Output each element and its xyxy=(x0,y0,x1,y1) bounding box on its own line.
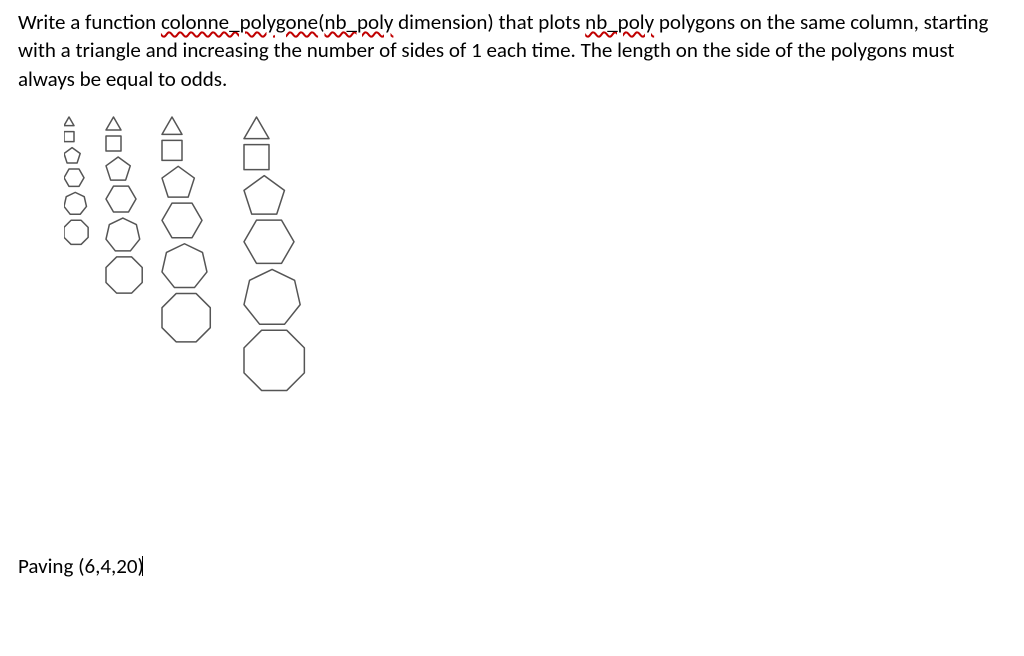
text-cursor xyxy=(142,556,143,576)
polygon-7-sides xyxy=(64,192,86,214)
polygon-6-sides xyxy=(244,220,294,263)
polygon-6-sides xyxy=(106,186,136,212)
polygon-3-sides xyxy=(244,117,269,139)
polygon-6-sides xyxy=(64,169,84,186)
caption-text[interactable]: Paving (6,4,20) xyxy=(18,553,1006,579)
polygon-3-sides xyxy=(162,117,182,134)
polygon-5-sides xyxy=(106,157,130,180)
polygon-5-sides xyxy=(244,176,284,214)
polygon-7-sides xyxy=(106,218,140,251)
polygon-4-sides xyxy=(106,136,121,151)
polygon-illustration xyxy=(64,103,404,543)
polygon-5-sides xyxy=(162,166,194,197)
polygon-6-sides xyxy=(162,203,202,238)
polygon-8-sides xyxy=(106,257,142,293)
spellcheck-word: colonne_polygone xyxy=(161,9,318,35)
polygon-5-sides xyxy=(64,148,80,163)
polygon-7-sides xyxy=(244,269,300,324)
spellcheck-word: nb_poly xyxy=(585,9,654,35)
polygon-4-sides xyxy=(162,140,182,160)
text-fragment: dimension) that plots xyxy=(393,9,585,35)
polygon-3-sides xyxy=(64,117,74,126)
polygon-4-sides xyxy=(64,132,74,142)
polygon-3-sides xyxy=(106,117,121,130)
spellcheck-word: nb_poly xyxy=(324,9,393,35)
caption-label: Paving (6,4,20) xyxy=(18,553,144,579)
polygon-8-sides xyxy=(244,330,304,390)
polygon-8-sides xyxy=(162,294,210,342)
text-fragment: Write a function xyxy=(18,9,161,35)
polygon-4-sides xyxy=(244,145,269,170)
exercise-paragraph: Write a function colonne_polygone(nb_pol… xyxy=(18,8,1006,93)
polygon-8-sides xyxy=(64,220,88,244)
polygon-7-sides xyxy=(162,244,207,288)
